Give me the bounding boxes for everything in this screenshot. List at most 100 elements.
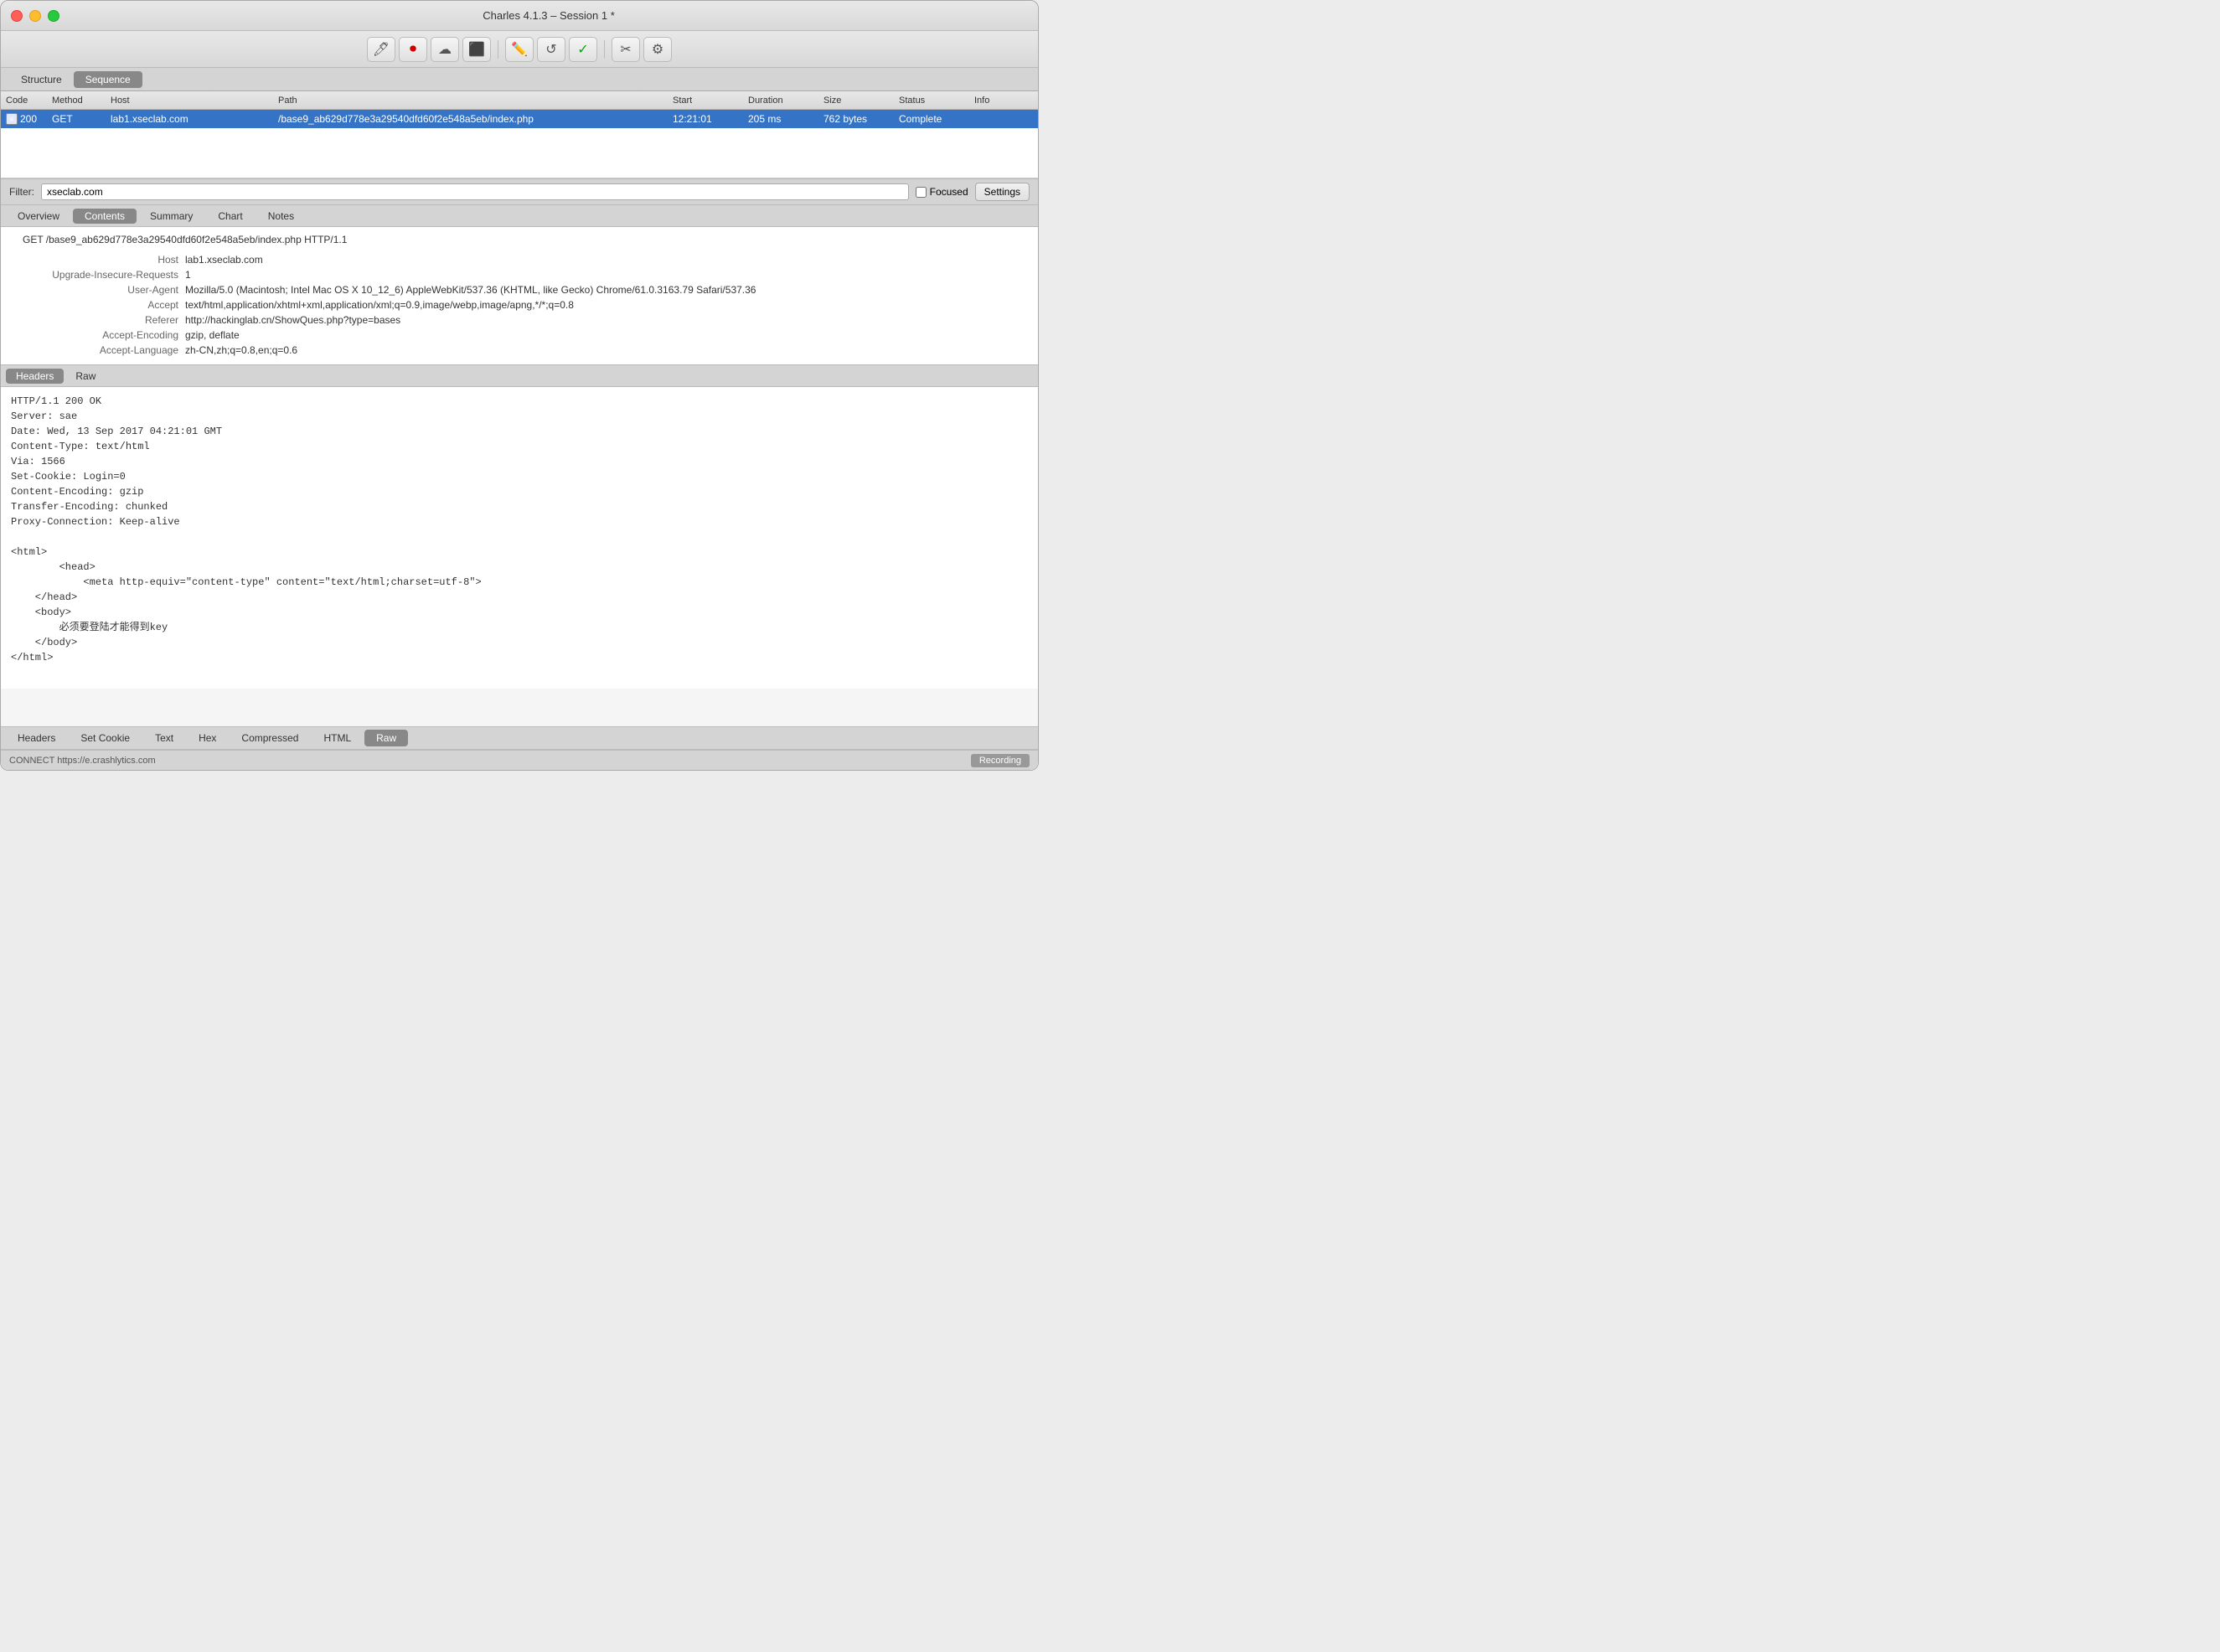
tab-structure[interactable]: Structure (9, 71, 74, 88)
header-row: Refererhttp://hackinglab.cn/ShowQues.php… (14, 312, 1025, 328)
header-name: Upgrade-Insecure-Requests (14, 267, 182, 282)
tab-contents[interactable]: Contents (73, 209, 137, 224)
header-code: Code (6, 96, 52, 106)
header-duration: Duration (748, 96, 823, 106)
header-value: gzip, deflate (182, 328, 1025, 343)
bottom-tab-setcookie[interactable]: Set Cookie (69, 730, 142, 746)
response-area: Headers Raw HTTP/1.1 200 OK Server: sae … (1, 364, 1038, 726)
cloud-button[interactable]: ☁ (431, 37, 459, 62)
pen-tool-button[interactable]: 🖊 (367, 37, 395, 62)
main-window: Charles 4.1.3 – Session 1 * 🖊 ⏺ ☁ ⬛ ✏️ ↺… (0, 0, 1039, 771)
pen-tool-icon: 🖊 (373, 41, 390, 58)
checkmark-button[interactable]: ✓ (569, 37, 597, 62)
filter-input[interactable] (41, 183, 909, 200)
toolbar-separator-2 (604, 40, 605, 59)
cloud-icon: ☁ (438, 41, 452, 58)
header-name: User-Agent (14, 282, 182, 297)
table-row[interactable]: ≡ 200 GET lab1.xseclab.com /base9_ab629d… (1, 110, 1038, 128)
tab-summary[interactable]: Summary (138, 209, 204, 224)
titlebar: Charles 4.1.3 – Session 1 * (1, 1, 1038, 31)
response-tab-headers[interactable]: Headers (6, 369, 64, 384)
minimize-button[interactable] (29, 10, 41, 22)
record-button[interactable]: ⏺ (399, 37, 427, 62)
focused-checkbox-container: Focused (916, 186, 968, 198)
refresh-button[interactable]: ↺ (537, 37, 565, 62)
tools-button[interactable]: ✂ (612, 37, 640, 62)
request-line: GET /base9_ab629d778e3a29540dfd60f2e548a… (14, 234, 1025, 245)
refresh-icon: ↺ (545, 41, 556, 58)
window-title: Charles 4.1.3 – Session 1 * (70, 9, 1028, 22)
header-name: Referer (14, 312, 182, 328)
tab-sequence[interactable]: Sequence (74, 71, 142, 88)
header-name: Accept-Encoding (14, 328, 182, 343)
row-method: GET (52, 113, 111, 125)
header-table: Hostlab1.xseclab.comUpgrade-Insecure-Req… (14, 252, 1025, 358)
status-text: CONNECT https://e.crashlytics.com (9, 756, 156, 766)
bottom-tab-headers[interactable]: Headers (6, 730, 67, 746)
bottom-tabs: Headers Set Cookie Text Hex Compressed H… (1, 726, 1038, 750)
request-icon: ≡ (6, 113, 18, 125)
header-name: Accept (14, 297, 182, 312)
header-row: Hostlab1.xseclab.com (14, 252, 1025, 267)
response-content: HTTP/1.1 200 OK Server: sae Date: Wed, 1… (1, 387, 1038, 689)
focused-checkbox[interactable] (916, 187, 927, 198)
response-tab-raw[interactable]: Raw (65, 369, 106, 384)
header-host: Host (111, 96, 278, 106)
header-row: Accept-Languagezh-CN,zh;q=0.8,en;q=0.6 (14, 343, 1025, 358)
recording-badge: Recording (971, 754, 1030, 767)
row-start: 12:21:01 (673, 113, 748, 125)
header-status: Status (899, 96, 974, 106)
checkmark-icon: ✓ (577, 41, 588, 58)
bottom-tab-html[interactable]: HTML (312, 730, 363, 746)
tools-icon: ✂ (620, 41, 631, 58)
maximize-button[interactable] (48, 10, 59, 22)
filter-bar: Filter: Focused Settings (1, 178, 1038, 205)
response-tabs: Headers Raw (1, 365, 1038, 387)
row-status: Complete (899, 113, 974, 125)
pencil-button[interactable]: ✏️ (505, 37, 534, 62)
row-path: /base9_ab629d778e3a29540dfd60f2e548a5eb/… (278, 113, 673, 125)
settings-button[interactable]: Settings (975, 183, 1030, 201)
pencil-icon: ✏️ (511, 41, 528, 58)
header-value: Mozilla/5.0 (Macintosh; Intel Mac OS X 1… (182, 282, 1025, 297)
contents-area: GET /base9_ab629d778e3a29540dfd60f2e548a… (1, 227, 1038, 364)
row-size: 762 bytes (823, 113, 899, 125)
tab-chart[interactable]: Chart (206, 209, 254, 224)
header-value: zh-CN,zh;q=0.8,en;q=0.6 (182, 343, 1025, 358)
header-name: Accept-Language (14, 343, 182, 358)
header-row: Upgrade-Insecure-Requests1 (14, 267, 1025, 282)
record-icon: ⏺ (410, 42, 416, 57)
stop-button[interactable]: ⬛ (462, 37, 491, 62)
header-row: Accept-Encodinggzip, deflate (14, 328, 1025, 343)
header-value: 1 (182, 267, 1025, 282)
close-button[interactable] (11, 10, 23, 22)
gear-button[interactable]: ⚙ (643, 37, 672, 62)
tab-overview[interactable]: Overview (6, 209, 71, 224)
focused-label: Focused (930, 186, 968, 198)
header-row: Accepttext/html,application/xhtml+xml,ap… (14, 297, 1025, 312)
bottom-tab-compressed[interactable]: Compressed (230, 730, 310, 746)
bottom-tab-text[interactable]: Text (143, 730, 185, 746)
row-code: ≡ 200 (6, 113, 52, 125)
row-duration: 205 ms (748, 113, 823, 125)
header-value: text/html,application/xhtml+xml,applicat… (182, 297, 1025, 312)
header-start: Start (673, 96, 748, 106)
header-value: lab1.xseclab.com (182, 252, 1025, 267)
filter-label: Filter: (9, 186, 34, 198)
header-value: http://hackinglab.cn/ShowQues.php?type=b… (182, 312, 1025, 328)
stop-icon: ⬛ (468, 41, 485, 58)
bottom-tab-raw[interactable]: Raw (364, 730, 408, 746)
request-table: Code Method Host Path Start Duration Siz… (1, 91, 1038, 178)
header-path: Path (278, 96, 673, 106)
header-method: Method (52, 96, 111, 106)
gear-icon: ⚙ (652, 41, 663, 58)
header-row: User-AgentMozilla/5.0 (Macintosh; Intel … (14, 282, 1025, 297)
bottom-tab-hex[interactable]: Hex (187, 730, 228, 746)
empty-rows (1, 128, 1038, 178)
status-bar: CONNECT https://e.crashlytics.com Record… (1, 750, 1038, 770)
toolbar: 🖊 ⏺ ☁ ⬛ ✏️ ↺ ✓ ✂ ⚙ (1, 31, 1038, 68)
header-size: Size (823, 96, 899, 106)
header-info: Info (974, 96, 1033, 106)
tab-notes[interactable]: Notes (256, 209, 306, 224)
traffic-lights (11, 10, 59, 22)
